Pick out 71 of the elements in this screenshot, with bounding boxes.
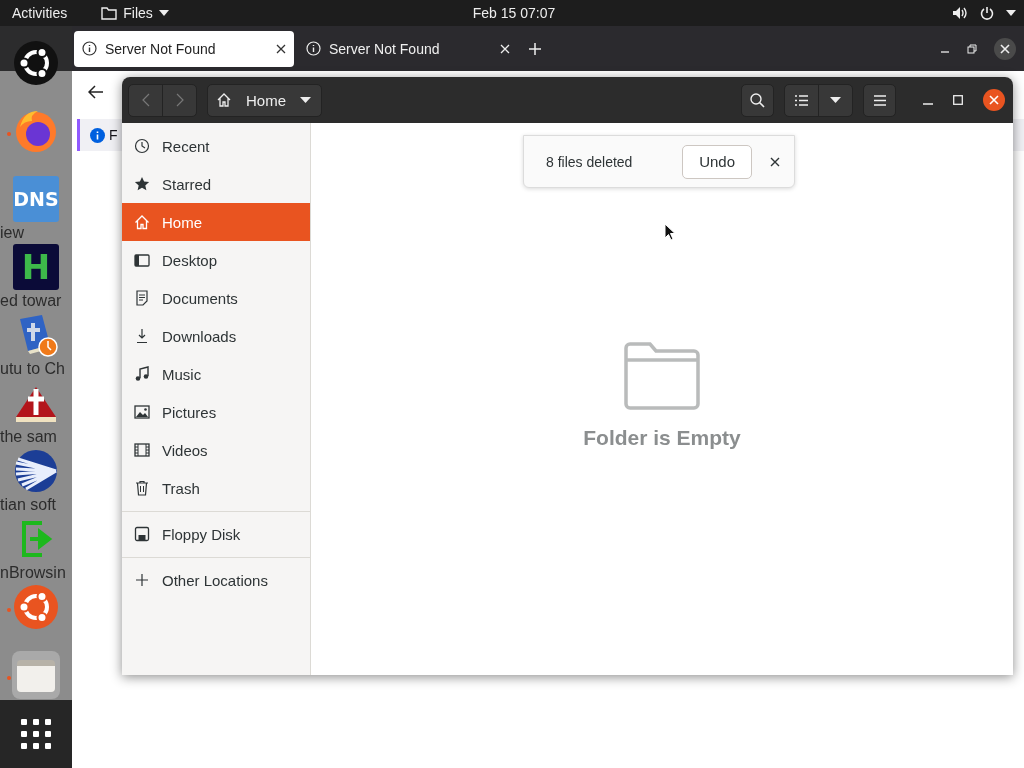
desktop-icon [134,252,150,268]
ring-logo-icon[interactable] [12,39,60,87]
close-icon[interactable] [983,89,1005,111]
folder-icon [101,6,118,20]
caret-icon [830,97,841,103]
info-icon [306,41,321,56]
download-icon [134,328,150,344]
restore-icon[interactable] [967,43,977,54]
sidebar-item[interactable]: Videos [122,431,310,469]
caret-icon [158,10,169,16]
striped-sphere-icon[interactable] [12,447,60,495]
browser-tab[interactable]: Server Not Found [74,30,294,67]
caret-icon [300,97,311,103]
sidebar-item[interactable]: Desktop [122,241,310,279]
menu-icon [873,94,886,106]
trash-icon [134,480,150,496]
info-text: F [109,127,118,143]
close-icon[interactable] [276,43,286,54]
document-icon [134,290,150,306]
volume-icon[interactable] [952,6,968,20]
search-button[interactable] [741,83,774,117]
empty-message: Folder is Empty [583,426,741,450]
sidebar-item[interactable]: Home [122,203,310,241]
maximize-icon[interactable] [953,95,963,105]
plus-icon[interactable] [528,41,542,56]
sidebar-item[interactable]: Floppy Disk [122,515,310,553]
chevron-right-icon [175,93,184,107]
clock[interactable]: Feb 15 07:07 [472,5,556,21]
sidebar-item[interactable]: Starred [122,165,310,203]
picture-icon [134,404,150,420]
app-tile-icon[interactable]: H [13,244,59,290]
home-icon [134,214,150,230]
text-line: tian soft [0,496,57,514]
text-line: utu to Ch [0,360,65,378]
search-icon [750,92,765,108]
power-icon[interactable] [980,6,994,20]
clock-icon [134,138,150,154]
sidebar-item[interactable]: Pictures [122,393,310,431]
close-icon[interactable] [994,37,1016,60]
path-button[interactable]: Home [207,83,322,117]
caret-icon[interactable] [1006,10,1016,16]
sidebar-item[interactable]: Downloads [122,317,310,355]
menu-button[interactable] [863,83,896,117]
text-line: nBrowsin [0,564,66,582]
sidebar-item[interactable]: Music [122,355,310,393]
home-icon [216,92,232,108]
app-grid-icon[interactable] [21,719,51,749]
sidebar-item[interactable]: Recent [122,127,310,165]
film-icon [134,442,150,458]
info-icon [82,41,97,56]
star-icon [134,176,150,192]
folder-icon [622,342,702,412]
back-arrow-icon[interactable] [88,85,104,99]
text-line: ed towar [0,292,62,310]
browser-tab[interactable]: Server Not Found [298,30,518,67]
music-note-icon [134,366,150,382]
list-icon [795,94,808,106]
text-line: the sam [0,428,57,446]
chevron-left-icon [141,93,150,107]
app-menu-button[interactable]: Files [101,5,169,21]
pointer-icon [664,223,676,241]
notification-text: 8 files deleted [546,153,634,170]
sidebar-item[interactable]: Trash [122,469,310,507]
undo-button[interactable]: Undo [682,144,752,179]
info-icon [90,127,105,143]
activities-button[interactable]: Activities [12,5,68,21]
text-line: iew [0,224,24,242]
sidebar-item[interactable]: Other Locations [122,561,310,599]
close-icon[interactable] [770,156,780,167]
sidebar-item[interactable]: Documents [122,279,310,317]
plus-icon [134,572,150,588]
